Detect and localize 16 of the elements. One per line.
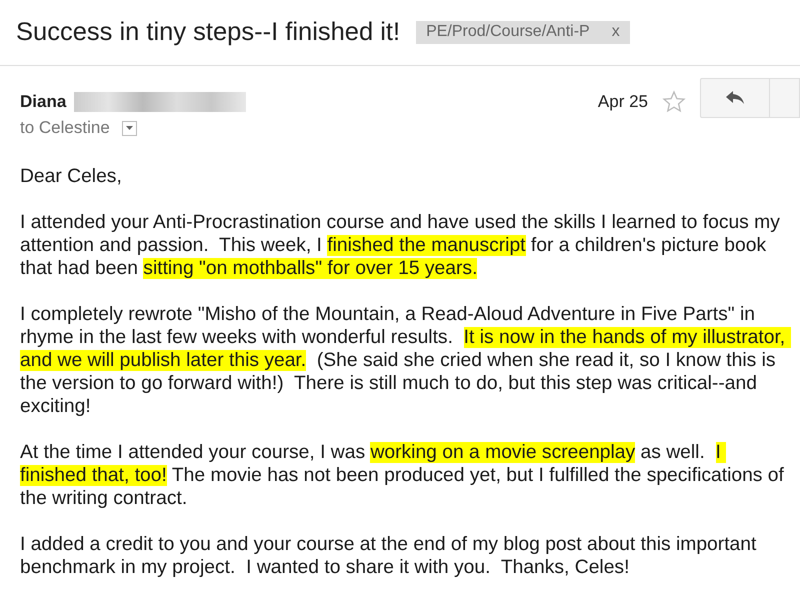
message-paragraph: Dear Celes, bbox=[20, 165, 123, 188]
email-subject: Success in tiny steps--I finished it! bbox=[16, 18, 400, 47]
message-date: Apr 25 bbox=[598, 91, 648, 112]
message-paragraph: At the time I attended your course, I was working on a movie screenplay as well. I finished that, too! The movie has not been produced yet, but I fulfilled the specifications of the writing contract. bbox=[20, 441, 785, 510]
remove-label-button[interactable]: x bbox=[612, 23, 620, 41]
sender-name: Diana bbox=[20, 92, 66, 112]
details-dropdown[interactable] bbox=[122, 120, 137, 136]
reply-button[interactable] bbox=[700, 78, 770, 118]
caret-icon bbox=[126, 126, 133, 130]
label-text: PE/Prod/Course/Anti-P bbox=[426, 23, 590, 41]
recipient-text: to Celestine bbox=[20, 118, 110, 138]
message-paragraph: I completely rewrote "Misho of the Mountain, a Read-Aloud Adventure in Five Parts" in rhyme in the last few weeks with wonderful results. It is now in the hands of my illustrator, and we will publish later this year. (She said she cried when she read it, so I know this is the version to go forward with!) There is still much to do, but this step was critical--and exciting! bbox=[20, 303, 792, 418]
message-paragraph: I added a credit to you and your course at the end of my blog post about this important benchmark in my project. I wanted to share it with you. Thanks, Celes! bbox=[20, 533, 758, 579]
star-icon[interactable] bbox=[662, 90, 686, 114]
reply-icon bbox=[725, 90, 745, 106]
message-paragraph: I attended your Anti-Procrastination course and have used the skills I learned to focus my attention and passion. This week, I finished the manuscript for a children's picture book that had been sitting "on mothballs" for over 15 years. bbox=[20, 211, 781, 280]
